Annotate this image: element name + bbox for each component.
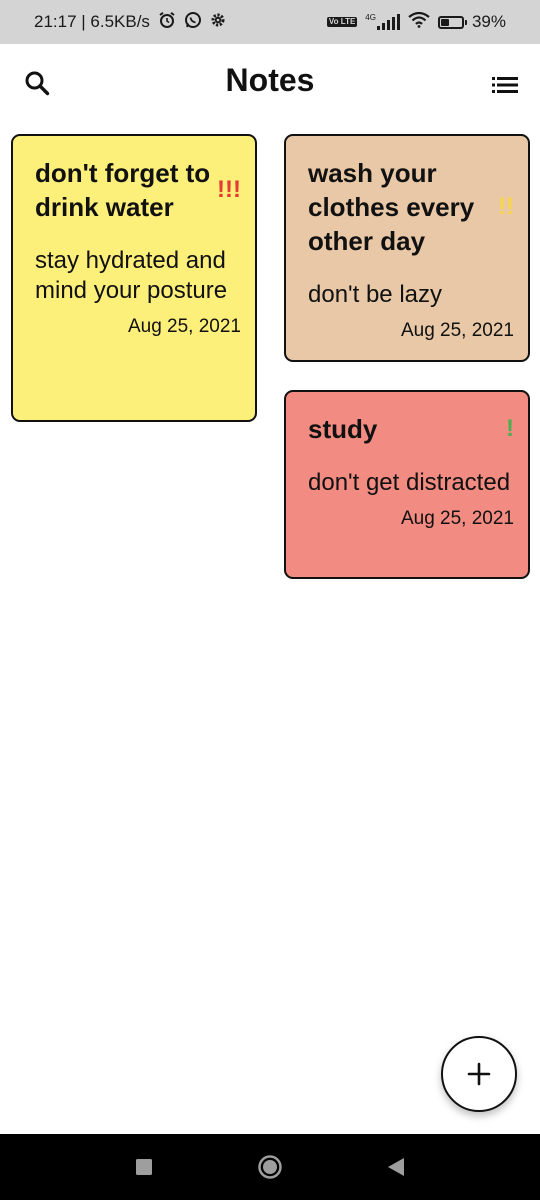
list-view-icon bbox=[492, 77, 518, 93]
status-left: 21:17 | 6.5KB/s bbox=[34, 11, 226, 33]
system-nav-bar bbox=[0, 1134, 540, 1200]
signal-bars-icon bbox=[376, 14, 400, 30]
note-date: Aug 25, 2021 bbox=[400, 320, 514, 341]
back-triangle-icon bbox=[388, 1158, 404, 1176]
battery-fill bbox=[440, 18, 449, 26]
home-circle-icon bbox=[258, 1155, 282, 1179]
alarm-icon bbox=[158, 11, 176, 33]
note-card[interactable]: wash your clothes every other day !! don… bbox=[284, 134, 530, 362]
note-body: don't get distracted bbox=[308, 469, 511, 496]
gear-icon bbox=[210, 12, 226, 32]
priority-indicator: !!! bbox=[217, 176, 241, 203]
note-title-row: wash your clothes every other day !! bbox=[308, 156, 514, 258]
note-title: wash your clothes every other day bbox=[308, 158, 475, 256]
status-right: Vo LTE 4G 39% bbox=[326, 11, 506, 33]
home-button[interactable] bbox=[255, 1152, 285, 1182]
add-note-button[interactable] bbox=[441, 1036, 517, 1112]
note-body: don't be lazy bbox=[308, 281, 443, 308]
recents-button[interactable] bbox=[129, 1152, 159, 1182]
priority-indicator: !! bbox=[498, 193, 514, 220]
note-date: Aug 25, 2021 bbox=[127, 316, 241, 337]
volte-badge: Vo LTE bbox=[326, 17, 358, 27]
whatsapp-icon bbox=[184, 11, 202, 33]
app-bar: Notes bbox=[0, 44, 540, 122]
battery-icon bbox=[437, 15, 467, 29]
view-mode-button[interactable] bbox=[488, 68, 522, 102]
note-title: study bbox=[308, 414, 378, 444]
page-title: Notes bbox=[225, 62, 315, 98]
plus-icon bbox=[467, 1062, 491, 1086]
back-button[interactable] bbox=[381, 1152, 411, 1182]
status-bar: 21:17 | 6.5KB/s Vo LTE 4G 39% bbox=[0, 0, 540, 44]
priority-indicator: ! bbox=[506, 415, 514, 442]
note-title-row: study ! bbox=[308, 412, 514, 446]
network-type-label: 4G bbox=[365, 13, 376, 22]
battery-percent: 39% bbox=[471, 12, 506, 31]
note-card[interactable]: don't forget to drink water !!! stay hyd… bbox=[11, 134, 257, 422]
cellular-signal: 4G bbox=[365, 14, 400, 30]
note-card[interactable]: study ! don't get distracted Aug 25, 202… bbox=[284, 390, 530, 579]
wifi-icon bbox=[408, 11, 430, 33]
note-title: don't forget to drink water bbox=[35, 158, 211, 222]
note-body: stay hydrated and mind your posture bbox=[35, 247, 228, 304]
note-title-row: don't forget to drink water !!! bbox=[35, 156, 241, 224]
status-time: 21:17 | 6.5KB/s bbox=[34, 12, 150, 31]
recents-square-icon bbox=[136, 1159, 152, 1175]
note-date: Aug 25, 2021 bbox=[400, 508, 514, 529]
